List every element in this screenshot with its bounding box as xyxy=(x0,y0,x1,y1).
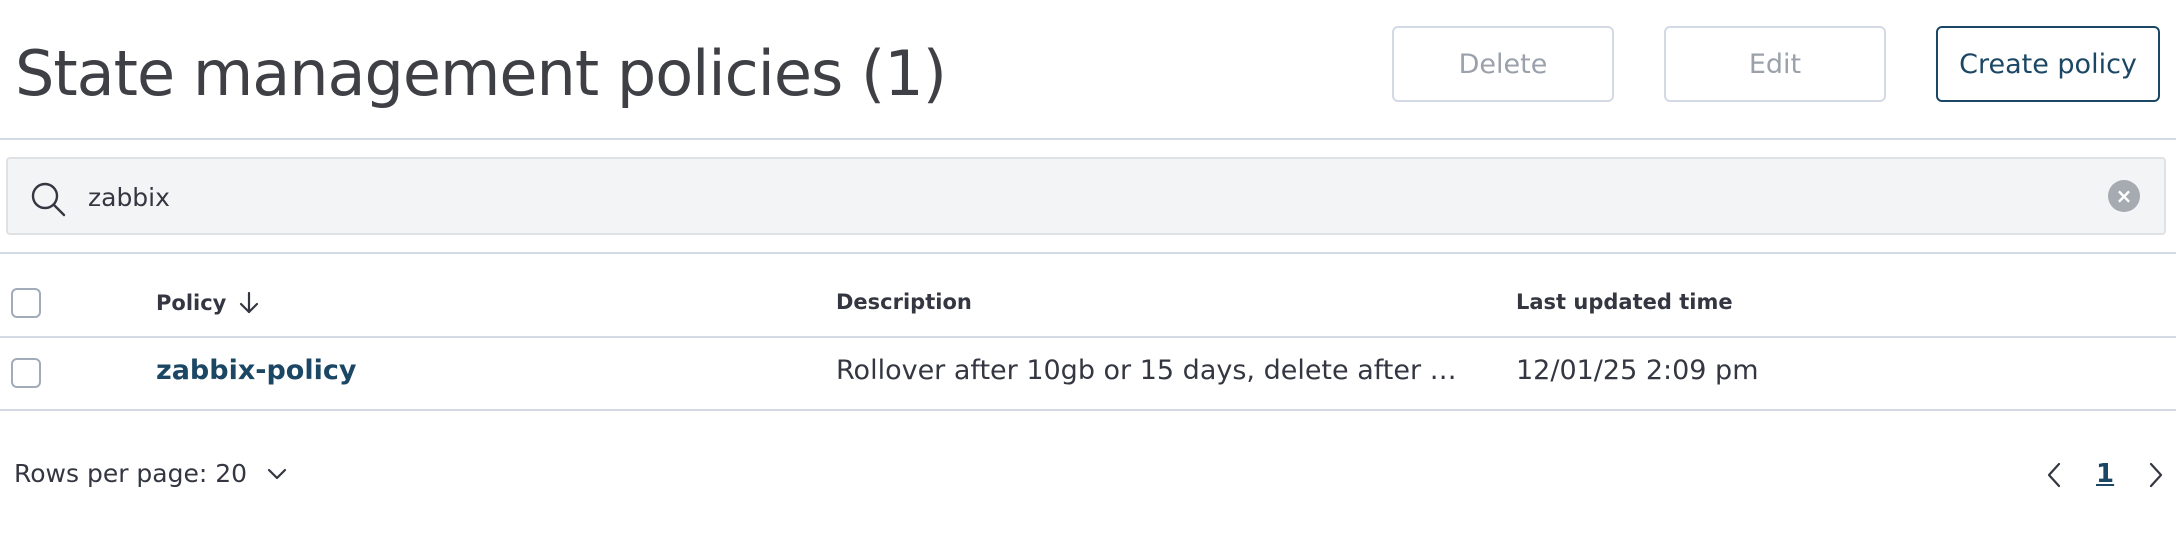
chevron-down-icon xyxy=(267,468,287,479)
create-policy-button[interactable]: Create policy xyxy=(1936,26,2160,102)
policy-last-updated: 12/01/25 2:09 pm xyxy=(1516,355,1759,386)
pagination-page-1[interactable]: 1 xyxy=(2096,459,2114,489)
search-icon xyxy=(31,182,66,217)
column-header-policy-label: Policy xyxy=(156,291,227,315)
header-divider xyxy=(0,138,2176,140)
clear-icon[interactable]: × xyxy=(2108,180,2140,212)
search-divider xyxy=(0,252,2176,254)
search-input[interactable] xyxy=(86,169,1990,225)
arrow-down-icon xyxy=(240,291,259,314)
policy-name-link[interactable]: zabbix-policy xyxy=(156,355,356,386)
table-header-divider xyxy=(0,336,2176,338)
chevron-right-icon[interactable] xyxy=(2140,460,2170,490)
rows-per-page-selector[interactable]: Rows per page: 20 xyxy=(14,459,289,488)
table-row-divider xyxy=(0,409,2176,411)
column-header-last-updated[interactable]: Last updated time xyxy=(1516,290,1733,314)
select-all-checkbox[interactable] xyxy=(11,288,41,318)
row-checkbox[interactable] xyxy=(11,358,41,388)
page-title: State management policies (1) xyxy=(15,37,947,110)
edit-button[interactable]: Edit xyxy=(1664,26,1886,102)
column-header-policy[interactable]: Policy xyxy=(156,290,262,316)
column-header-description[interactable]: Description xyxy=(836,290,972,314)
chevron-left-icon[interactable] xyxy=(2040,460,2070,490)
policy-description: Rollover after 10gb or 15 days, delete a… xyxy=(836,355,1472,386)
delete-button[interactable]: Delete xyxy=(1392,26,1614,102)
search-bar[interactable]: × xyxy=(6,157,2166,235)
rows-per-page-label: Rows per page: 20 xyxy=(14,459,248,488)
